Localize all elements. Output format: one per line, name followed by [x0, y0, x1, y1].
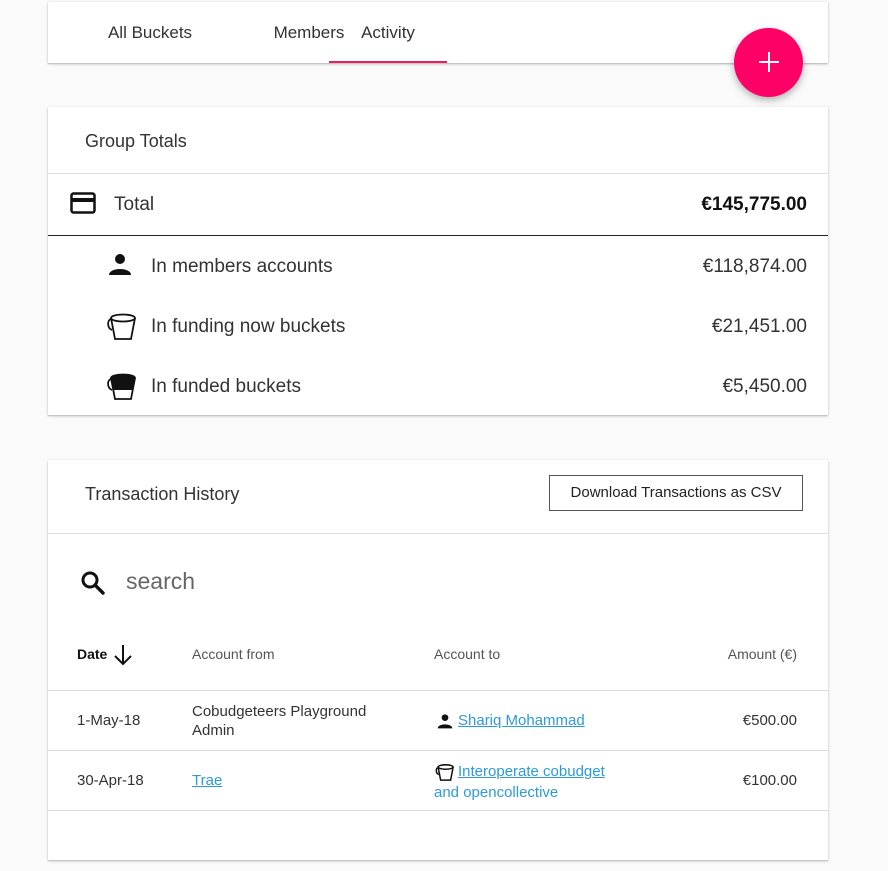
account-to-link[interactable]: Shariq Mohammad: [458, 712, 585, 729]
funded-buckets-amount: €5,450.00: [722, 376, 807, 397]
members-accounts-amount: €118,874.00: [702, 256, 807, 277]
tab-all-buckets[interactable]: All Buckets: [77, 2, 223, 63]
column-header-account-to[interactable]: Account to: [434, 646, 500, 662]
members-accounts-label: In members accounts: [151, 256, 333, 277]
funded-buckets-row: In funded buckets €5,450.00: [48, 356, 828, 416]
column-header-account-from[interactable]: Account from: [192, 646, 274, 662]
person-icon: [108, 252, 132, 281]
funded-buckets-label: In funded buckets: [151, 376, 301, 397]
tab-bar: All Buckets Members Activity: [48, 2, 828, 63]
credit-card-icon: [70, 192, 96, 219]
group-totals-card: Group Totals Total €145,775.00 In member…: [48, 107, 828, 415]
table-row: 1-May-18 Cobudgeteers Playground Admin Sh…: [48, 690, 828, 751]
add-button[interactable]: [734, 28, 803, 97]
account-to-link[interactable]: Interoperate cobudget and opencollective: [434, 761, 605, 803]
transaction-amount: €100.00: [742, 772, 797, 789]
funding-now-row: In funding now buckets €21,451.00: [48, 296, 828, 356]
table-row: 30-Apr-18 Trae Interoperate cobudget and …: [48, 750, 828, 811]
funding-now-label: In funding now buckets: [151, 316, 346, 337]
account-from-link[interactable]: Trae: [192, 772, 222, 789]
transaction-history-title: Transaction History: [85, 484, 240, 504]
sort-arrow-down-icon[interactable]: [113, 644, 133, 671]
transaction-history-card: Transaction History Download Transaction…: [48, 460, 828, 860]
person-icon: [437, 713, 453, 734]
tab-activity[interactable]: Activity: [329, 2, 447, 63]
total-label: Total: [114, 194, 155, 215]
transaction-from: Cobudgeteers Playground Admin: [192, 703, 367, 739]
table-row: [48, 810, 828, 871]
download-csv-button[interactable]: Download Transactions as CSV: [549, 475, 803, 511]
total-amount: €145,775.00: [701, 194, 807, 215]
transaction-date: 1-May-18: [77, 712, 141, 729]
transaction-date: 30-Apr-18: [77, 772, 144, 789]
transaction-amount: €500.00: [742, 712, 797, 729]
search-input[interactable]: [124, 558, 728, 604]
column-header-amount[interactable]: Amount (€): [728, 646, 797, 662]
empty-bucket-icon: [106, 310, 138, 347]
group-totals-title: Group Totals: [85, 131, 187, 151]
column-header-date[interactable]: Date: [77, 646, 107, 662]
search-icon: [80, 570, 106, 601]
total-row: Total €145,775.00: [48, 174, 828, 236]
funding-now-amount: €21,451.00: [711, 316, 807, 337]
full-bucket-icon: [106, 370, 138, 407]
members-accounts-row: In members accounts €118,874.00: [48, 236, 828, 296]
